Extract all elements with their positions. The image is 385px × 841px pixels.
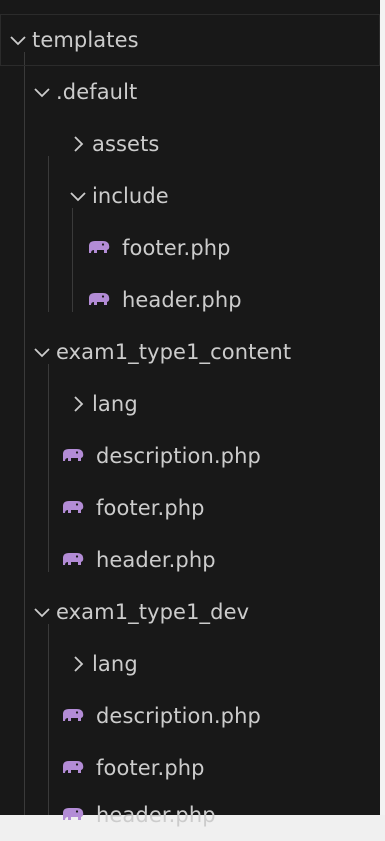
chevron-down-icon bbox=[64, 182, 92, 210]
tree-item-label: description.php bbox=[96, 444, 261, 468]
php-elephant-icon bbox=[60, 706, 86, 726]
tree-item-file[interactable]: header.php bbox=[0, 274, 380, 326]
tree-item-folder[interactable]: exam1_type1_dev bbox=[0, 586, 380, 638]
tree-item-folder[interactable]: templates bbox=[0, 14, 380, 66]
chevron-down-icon bbox=[28, 598, 56, 626]
tree-item-file[interactable]: description.php bbox=[0, 430, 380, 482]
tree-item-label: lang bbox=[92, 652, 138, 676]
tree-item-label: templates bbox=[32, 28, 139, 52]
tree-item-label: header.php bbox=[122, 288, 242, 312]
tree-item-file[interactable]: footer.php bbox=[0, 742, 380, 794]
tree-item-label: header.php bbox=[96, 803, 216, 827]
chevron-right-icon bbox=[64, 390, 92, 418]
tree-item-folder[interactable]: lang bbox=[0, 638, 380, 690]
php-elephant-icon bbox=[86, 238, 112, 258]
php-elephant-icon bbox=[60, 550, 86, 570]
tree-item-label: include bbox=[92, 184, 169, 208]
php-elephant-icon bbox=[60, 758, 86, 778]
tree-item-folder[interactable]: assets bbox=[0, 118, 380, 170]
tree-item-label: footer.php bbox=[96, 756, 205, 780]
tree-item-label: assets bbox=[92, 132, 160, 156]
tree-item-file[interactable]: header.php bbox=[0, 534, 380, 586]
tree-item-label: exam1_type1_content bbox=[56, 340, 292, 364]
tree-item-label: .default bbox=[56, 80, 138, 104]
tree-item-folder[interactable]: .default bbox=[0, 66, 380, 118]
tree-item-label: exam1_type1_dev bbox=[56, 600, 250, 624]
tree-item-label: header.php bbox=[96, 548, 216, 572]
chevron-down-icon bbox=[28, 78, 56, 106]
tree-item-file[interactable]: description.php bbox=[0, 690, 380, 742]
tree-item-folder[interactable]: include bbox=[0, 170, 380, 222]
tree-item-label: footer.php bbox=[122, 236, 231, 260]
php-elephant-icon bbox=[86, 290, 112, 310]
tree-item-file[interactable]: header.php bbox=[0, 789, 380, 841]
php-elephant-icon bbox=[60, 498, 86, 518]
chevron-right-icon bbox=[64, 650, 92, 678]
tree-item-label: lang bbox=[92, 392, 138, 416]
php-elephant-icon bbox=[60, 446, 86, 466]
panel-edge bbox=[380, 0, 385, 815]
tree-item-folder[interactable]: lang bbox=[0, 378, 380, 430]
php-elephant-icon bbox=[60, 805, 86, 825]
tree-item-file[interactable]: footer.php bbox=[0, 482, 380, 534]
chevron-right-icon bbox=[64, 130, 92, 158]
tree-item-folder[interactable]: exam1_type1_content bbox=[0, 326, 380, 378]
chevron-down-icon bbox=[4, 26, 32, 54]
file-explorer-tree: templates .default assets include footer… bbox=[0, 0, 380, 827]
tree-item-label: description.php bbox=[96, 704, 261, 728]
tree-item-file[interactable]: footer.php bbox=[0, 222, 380, 274]
tree-item-label: footer.php bbox=[96, 496, 205, 520]
chevron-down-icon bbox=[28, 338, 56, 366]
